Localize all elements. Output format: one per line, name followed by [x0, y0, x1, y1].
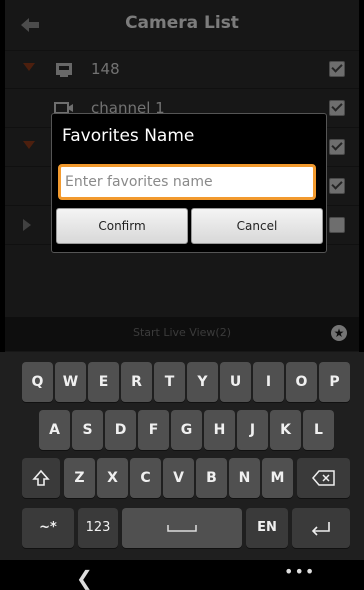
key-i[interactable]: I	[253, 362, 284, 402]
key-s[interactable]: S	[72, 410, 103, 450]
dialog-title: Favorites Name	[62, 126, 195, 146]
more-icon[interactable]: •••	[284, 562, 315, 581]
backspace-icon	[311, 470, 335, 486]
screen: Camera List 148 channel 1 Start Live Vie…	[0, 0, 364, 590]
confirm-button[interactable]: Confirm	[56, 208, 188, 244]
symbols-key[interactable]: ~*	[22, 508, 74, 548]
key-v[interactable]: V	[163, 458, 194, 498]
favorites-name-dialog: Favorites Name Confirm Cancel	[51, 113, 327, 253]
cancel-button[interactable]: Cancel	[191, 208, 323, 244]
key-k[interactable]: K	[270, 410, 301, 450]
key-n[interactable]: N	[229, 458, 260, 498]
key-e[interactable]: E	[88, 362, 119, 402]
key-t[interactable]: T	[154, 362, 185, 402]
backspace-key[interactable]	[297, 458, 350, 498]
key-o[interactable]: O	[286, 362, 317, 402]
key-c[interactable]: C	[130, 458, 161, 498]
dialog-buttons: Confirm Cancel	[56, 208, 323, 244]
key-m[interactable]: M	[262, 458, 293, 498]
shift-icon	[32, 469, 50, 486]
key-a[interactable]: A	[39, 410, 70, 450]
key-h[interactable]: H	[204, 410, 235, 450]
shift-key[interactable]	[22, 458, 60, 498]
key-y[interactable]: Y	[187, 362, 218, 402]
key-q[interactable]: Q	[22, 362, 53, 402]
favorites-name-field-wrapper	[58, 164, 317, 200]
favorites-name-input[interactable]	[61, 167, 317, 197]
space-icon	[167, 525, 197, 532]
key-r[interactable]: R	[121, 362, 152, 402]
key-l[interactable]: L	[303, 410, 334, 450]
key-z[interactable]: Z	[64, 458, 95, 498]
system-nav-bar: ❮ •••	[0, 560, 364, 590]
numbers-key[interactable]: 123	[78, 508, 118, 548]
key-d[interactable]: D	[105, 410, 136, 450]
enter-icon	[311, 522, 330, 536]
key-f[interactable]: F	[138, 410, 169, 450]
key-x[interactable]: X	[97, 458, 128, 498]
key-p[interactable]: P	[319, 362, 350, 402]
key-u[interactable]: U	[220, 362, 251, 402]
nav-back-icon[interactable]: ❮	[76, 566, 93, 590]
key-b[interactable]: B	[196, 458, 227, 498]
soft-keyboard: Q W E R T Y U I O P A S D F G H J K L Z …	[0, 352, 364, 560]
enter-key[interactable]	[292, 508, 350, 548]
space-key[interactable]	[122, 508, 242, 548]
key-j[interactable]: J	[237, 410, 268, 450]
language-key[interactable]: EN	[246, 508, 288, 548]
key-w[interactable]: W	[55, 362, 86, 402]
key-g[interactable]: G	[171, 410, 202, 450]
